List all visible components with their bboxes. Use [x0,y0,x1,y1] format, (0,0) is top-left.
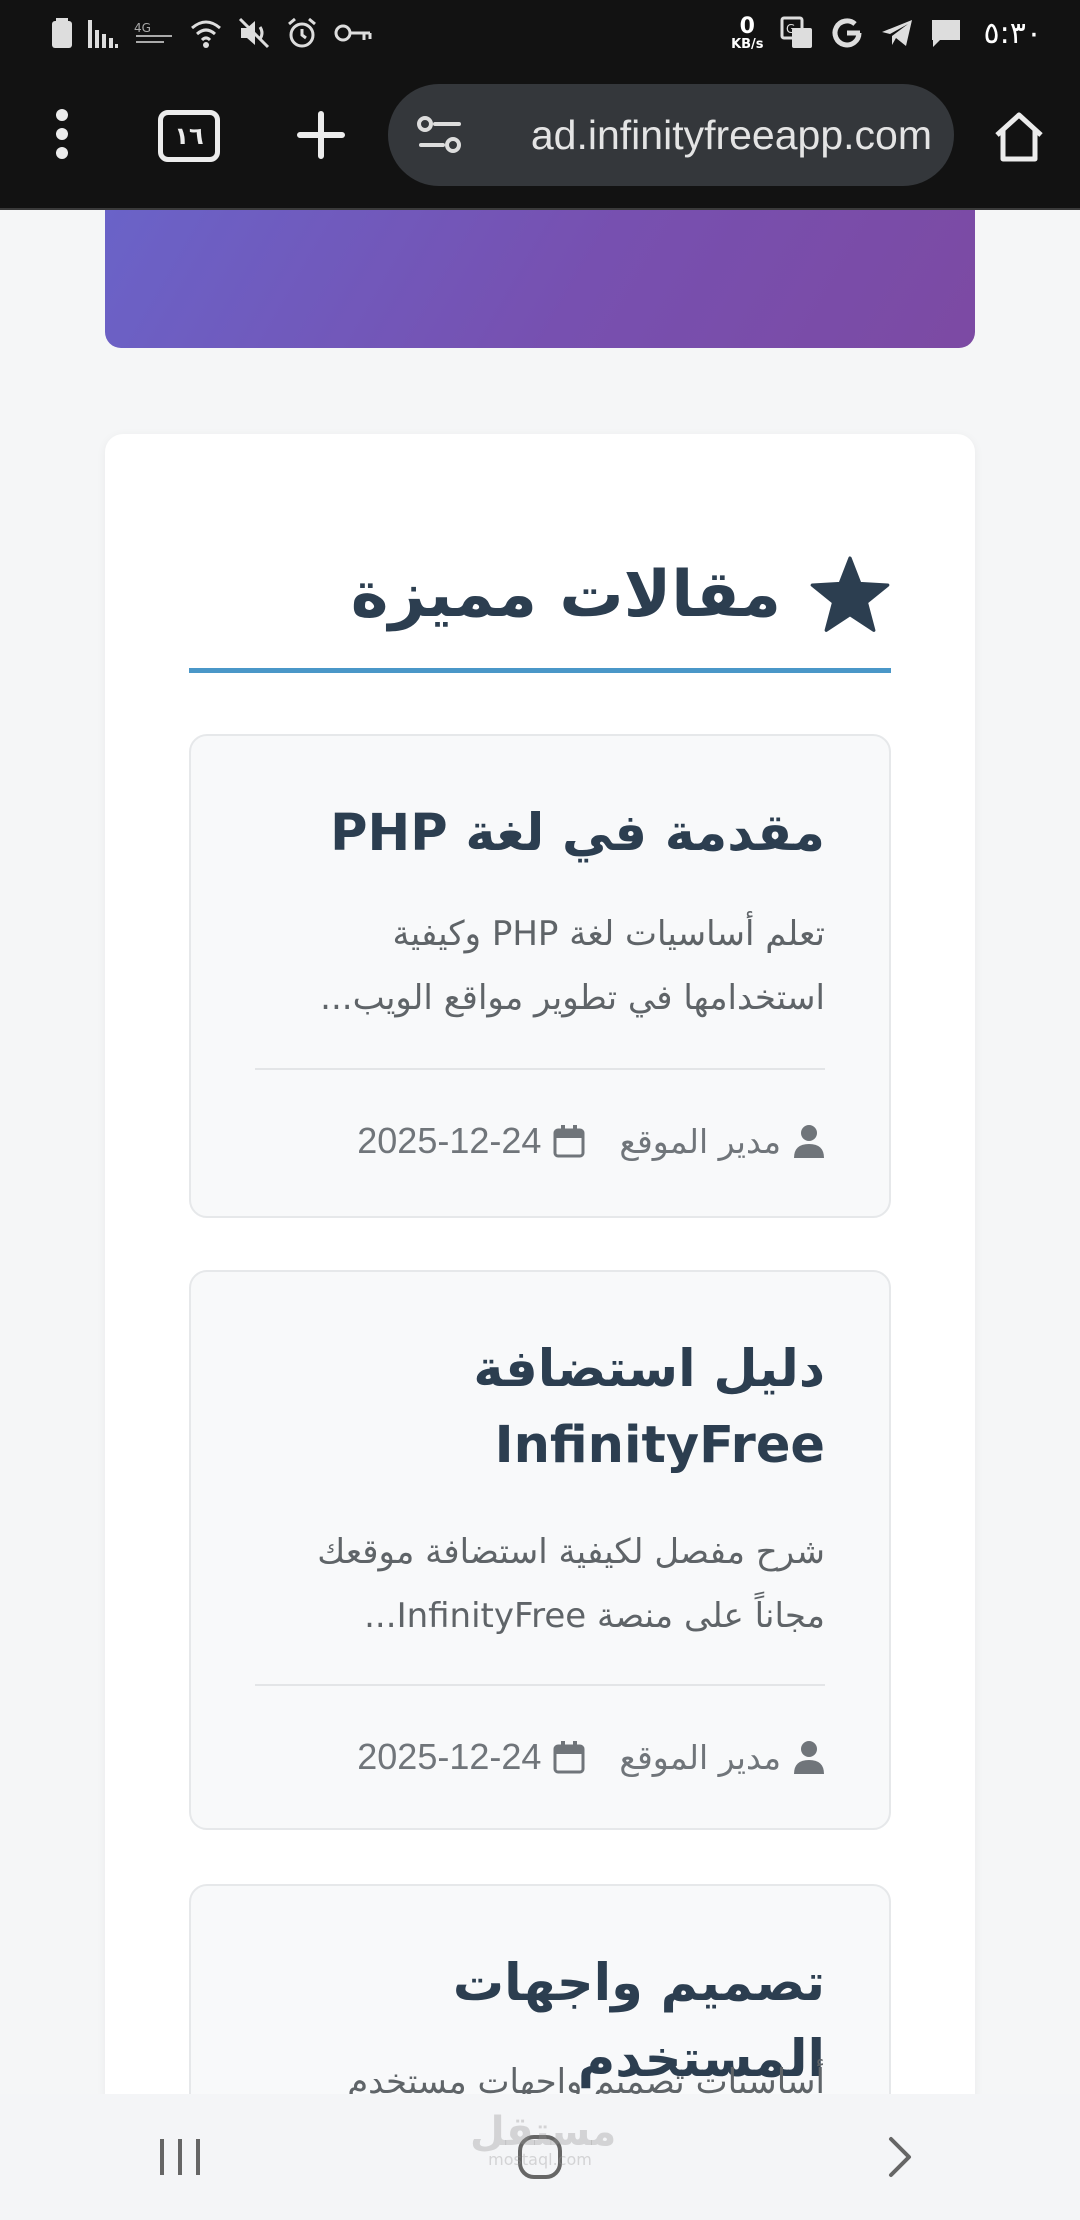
plus-icon [297,111,345,159]
article-divider [255,1684,825,1686]
status-right-icons: 0 KB/s G ٥:٣٠ [731,13,1042,52]
home-button[interactable] [984,102,1054,172]
article-title[interactable]: مقدمة في لغة PHP [255,796,825,872]
back-button[interactable] [840,2107,960,2207]
article-author: مدير الموقع [619,1121,781,1161]
hero-banner [105,210,975,348]
author-meta: مدير الموقع [619,1122,825,1161]
author-meta: مدير الموقع [619,1738,825,1777]
status-bar: 4G 0 KB/s G ٥:٣٠ [0,0,1080,66]
watermark-text: مستقل [470,2109,617,2155]
article-excerpt: أساسيات تصميم واجهات مستخدم [347,2062,825,2094]
article-divider [255,1068,825,1070]
article-title[interactable]: دليل استضافة InfinityFree [391,1332,825,1484]
battery-icon [52,18,72,48]
article-meta: مدير الموقع 2025-12-24 [255,1116,825,1166]
more-vertical-icon [56,109,68,159]
article-author: مدير الموقع [619,1737,781,1777]
date-meta: 2025-12-24 [357,1736,585,1778]
alarm-icon [286,17,318,49]
status-left-icons: 4G [52,17,372,49]
article-date: 2025-12-24 [357,1120,542,1161]
date-meta: 2025-12-24 [357,1120,585,1162]
watermark-sub: mostaql.com [488,2150,592,2169]
network-speed: 0 KB/s [731,13,764,52]
article-excerpt: شرح مفصل لكيفية استضافة موقعك مجاناً على… [317,1532,825,1636]
star-icon [810,556,890,632]
tab-switcher-button[interactable]: ١٦ [158,110,220,162]
section-header: مقالات مميزة [189,534,891,656]
tab-count: ١٦ [174,122,204,150]
url-text[interactable]: ad.infinityfreeapp.com [472,112,954,159]
network-speed-value: 0 [739,13,755,39]
browser-toolbar: ١٦ ad.infinityfreeapp.com [0,66,1080,210]
message-icon [930,18,962,48]
section-divider [189,668,891,673]
article-excerpt: تعلم أساسيات لغة PHP وكيفية استخدامها في… [320,914,825,1018]
network-speed-unit: KB/s [731,36,764,52]
recents-icon [160,2139,200,2175]
article-date: 2025-12-24 [357,1736,542,1777]
chevron-right-icon [889,2137,911,2177]
calendar-icon [553,1125,585,1158]
calendar-icon [553,1741,585,1774]
volte-icon: 4G [134,18,174,48]
svg-text:G: G [786,22,795,36]
watermark: مستقل mostaql.com [470,2112,616,2169]
article-card[interactable]: مقدمة في لغة PHP تعلم أساسيات لغة PHP وك… [189,734,891,1218]
wifi-icon [190,17,222,49]
google-icon [830,16,864,50]
user-icon [794,1125,824,1158]
section-title: مقالات مميزة [350,558,781,632]
vpn-key-icon [334,20,372,46]
new-tab-button[interactable] [288,102,354,168]
signal-icon [88,18,118,48]
article-meta: مدير الموقع 2025-12-24 [255,1732,825,1782]
mute-icon [238,17,270,49]
svg-text:4G: 4G [134,21,151,35]
menu-button[interactable] [30,102,94,166]
featured-articles-section: مقالات مميزة مقدمة في لغة PHP تعلم أساسي… [105,434,975,2094]
user-icon [794,1741,824,1774]
article-card[interactable]: تصميم واجهات المستخدم أساسيات تصميم واجه… [189,1884,891,2094]
web-page: مقالات مميزة مقدمة في لغة PHP تعلم أساسي… [0,210,1080,2094]
recents-button[interactable] [120,2107,240,2207]
telegram-icon [880,18,914,48]
home-icon [995,112,1043,162]
translate-icon: G [780,16,814,50]
address-bar[interactable]: ad.infinityfreeapp.com [388,84,954,186]
clock: ٥:٣٠ [983,15,1042,51]
article-card[interactable]: دليل استضافة InfinityFree شرح مفصل لكيفي… [189,1270,891,1830]
site-settings-icon[interactable] [408,103,472,167]
